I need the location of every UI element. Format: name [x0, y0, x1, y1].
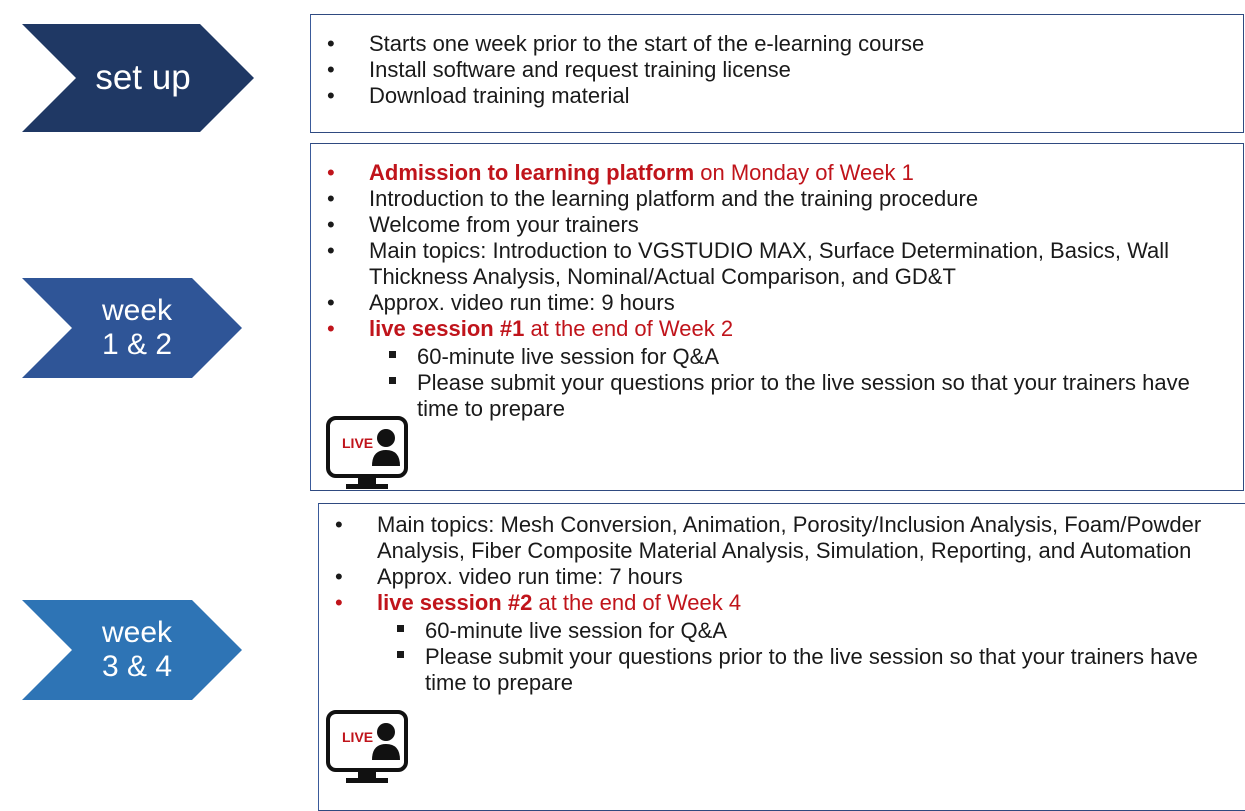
admission-item: Admission to learning platform on Monday…: [311, 160, 1243, 186]
admission-bold: Admission to learning platform: [369, 160, 695, 185]
admission-rest: on Monday of Week 1: [694, 160, 914, 185]
chevron-week-3-4: week 3 & 4: [22, 600, 242, 700]
week-1-2-list: Admission to learning platform on Monday…: [311, 160, 1243, 342]
live-session-bold: live session #2: [377, 590, 533, 615]
monitor-person-icon: LIVE: [326, 710, 410, 784]
week-3-4-list: Main topics: Mesh Conversion, Animation,…: [319, 512, 1245, 616]
sub-list-item: Please submit your questions prior to th…: [319, 644, 1245, 696]
sub-list-item: Please submit your questions prior to th…: [311, 370, 1243, 422]
list-item: Welcome from your trainers: [311, 212, 1243, 238]
phase-label-line2: 1 & 2: [101, 328, 173, 361]
live-icon-text: LIVE: [342, 729, 374, 745]
live-icon-text: LIVE: [342, 435, 374, 451]
phase-label-line1: week: [101, 616, 173, 649]
list-item: Approx. video run time: 9 hours: [311, 290, 1243, 316]
phase-label-line2: 3 & 4: [101, 650, 173, 683]
set-up-list: Starts one week prior to the start of th…: [311, 31, 1243, 109]
phase-label-set-up: set up: [95, 58, 191, 97]
live-session-rest: at the end of Week 2: [524, 316, 734, 341]
monitor-person-icon: LIVE: [326, 416, 410, 490]
live-session-2-sublist: 60-minute live session for Q&A Please su…: [319, 618, 1245, 696]
list-item: Main topics: Introduction to VGSTUDIO MA…: [311, 238, 1243, 290]
phase-label-week-1-2: week 1 & 2: [22, 278, 242, 378]
live-session-item: live session #2 at the end of Week 4: [319, 590, 1245, 616]
phase-label-week-3-4: week 3 & 4: [22, 600, 242, 700]
list-item: Download training material: [311, 83, 1243, 109]
live-session-bold: live session #1: [369, 316, 525, 341]
live-session-item: live session #1 at the end of Week 2: [311, 316, 1243, 342]
chevron-week-1-2: week 1 & 2: [22, 278, 242, 378]
sub-list-item: 60-minute live session for Q&A: [319, 618, 1245, 644]
panel-week-3-4: Main topics: Mesh Conversion, Animation,…: [318, 503, 1245, 811]
chevron-set-up: set up: [22, 24, 254, 132]
list-item: Approx. video run time: 7 hours: [319, 564, 1245, 590]
sub-list-item: 60-minute live session for Q&A: [311, 344, 1243, 370]
panel-set-up: Starts one week prior to the start of th…: [310, 14, 1244, 133]
list-item: Starts one week prior to the start of th…: [311, 31, 1243, 57]
live-session-1-sublist: 60-minute live session for Q&A Please su…: [311, 344, 1243, 422]
phase-label-line1: week: [101, 294, 173, 327]
panel-week-1-2: Admission to learning platform on Monday…: [310, 143, 1244, 491]
list-item: Main topics: Mesh Conversion, Animation,…: [319, 512, 1245, 564]
list-item: Introduction to the learning platform an…: [311, 186, 1243, 212]
list-item: Install software and request training li…: [311, 57, 1243, 83]
live-session-rest: at the end of Week 4: [532, 590, 742, 615]
